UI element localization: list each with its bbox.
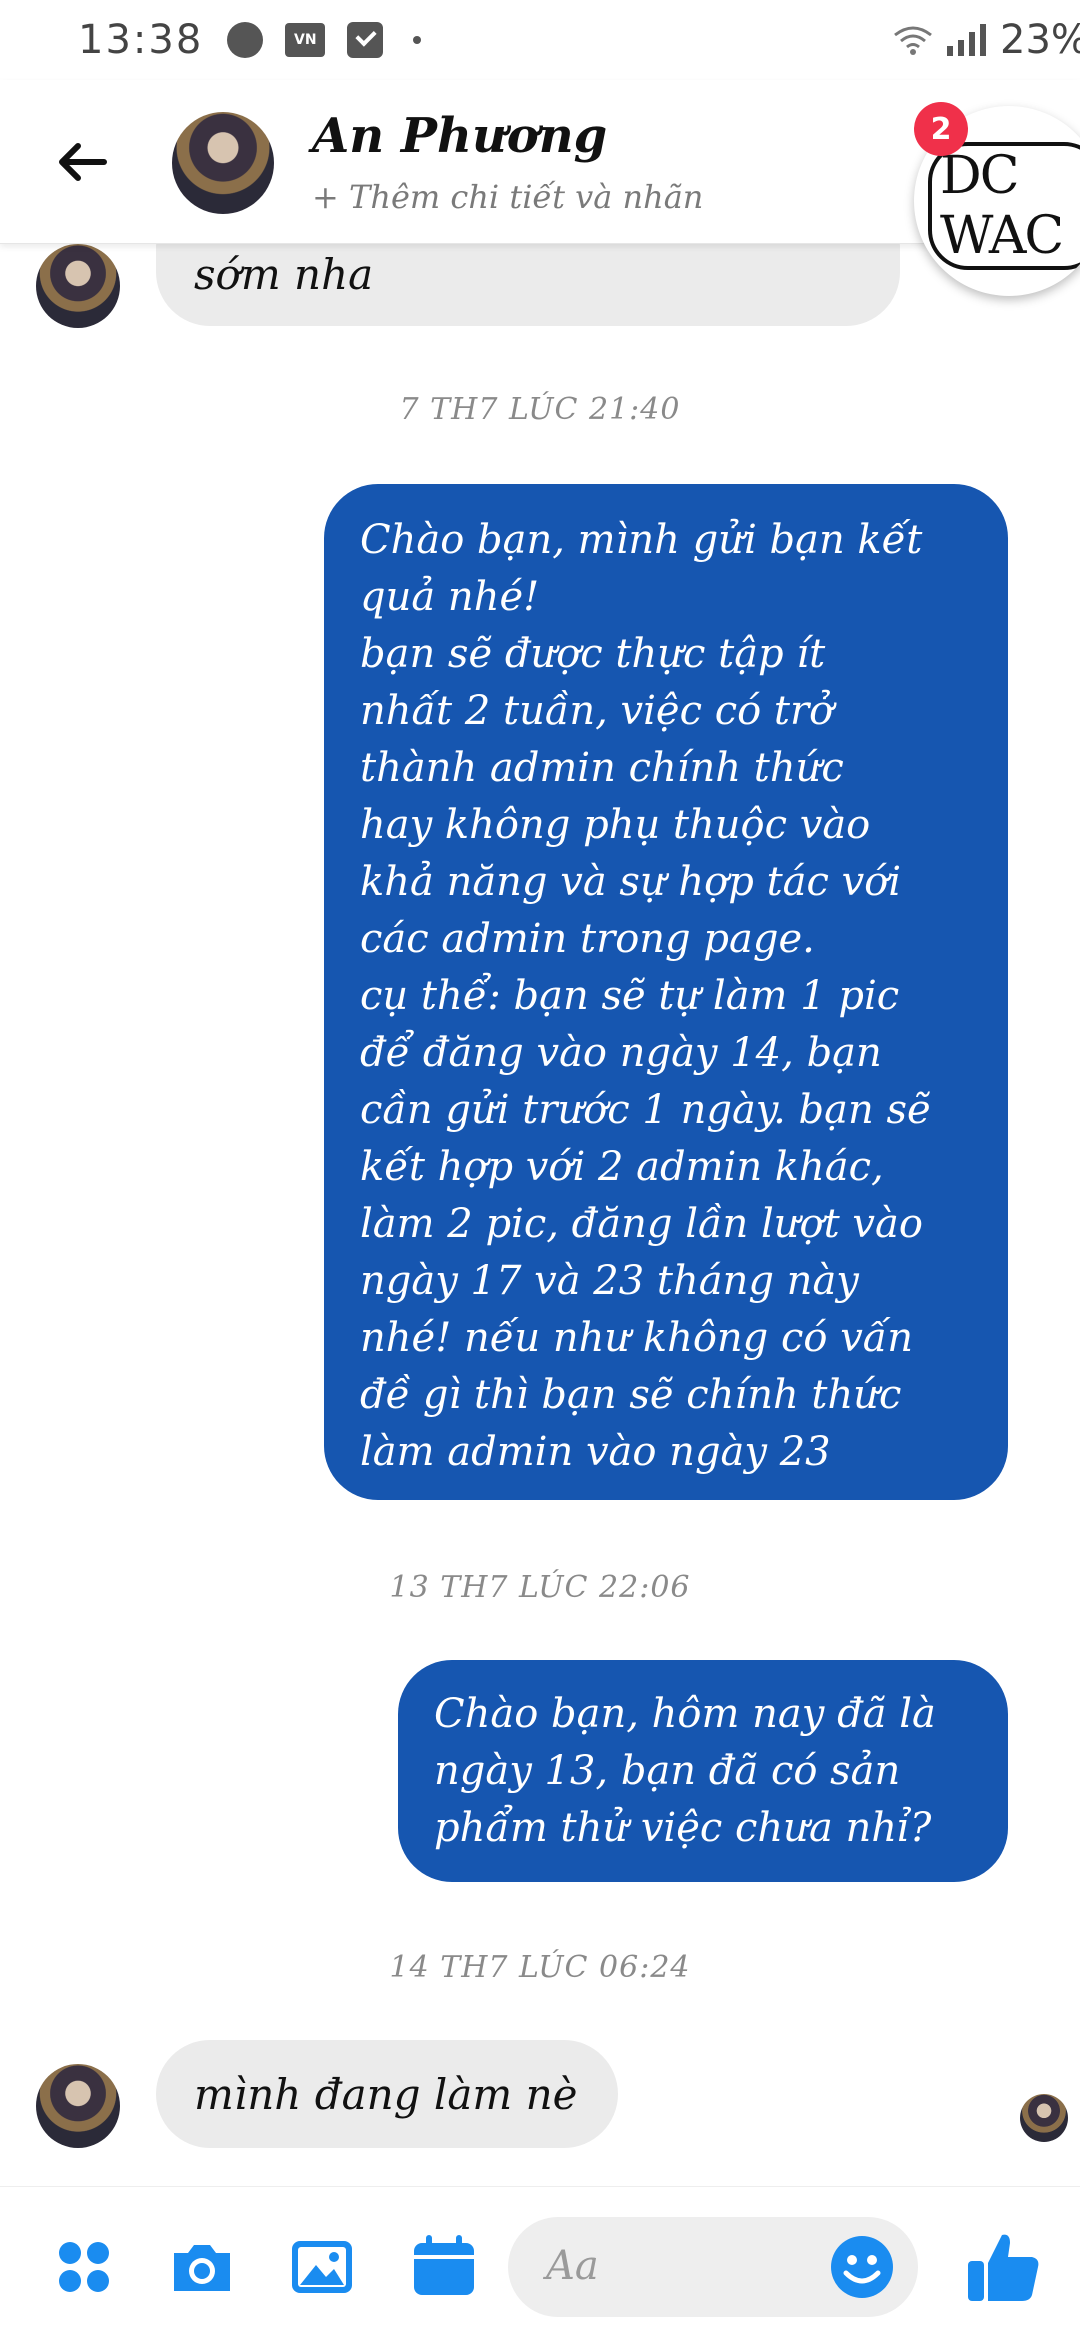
contact-name[interactable]: An Phương — [312, 108, 607, 164]
message-input-placeholder: Aa — [546, 2243, 599, 2289]
back-arrow-icon — [59, 143, 107, 181]
checkbox-notification-icon — [347, 22, 384, 58]
message-text: sớm nha — [194, 250, 374, 299]
status-bar: 13:38 VN 23% — [0, 0, 1080, 80]
message-timestamp: 7 TH7 LÚC 21:40 — [399, 392, 681, 427]
status-system-icons: 23% — [893, 0, 1080, 80]
image-icon — [292, 2241, 352, 2293]
more-actions-button[interactable] — [48, 2231, 120, 2303]
seen-indicator-avatar — [1020, 2094, 1068, 2142]
more-notifications-dot-icon — [413, 36, 422, 44]
thumbs-up-icon[interactable] — [964, 2227, 1044, 2307]
wifi-icon — [894, 26, 932, 55]
sender-avatar[interactable] — [36, 244, 120, 328]
contact-avatar[interactable] — [172, 112, 274, 214]
chat-head-unread-badge: 2 — [914, 102, 968, 156]
sender-avatar[interactable] — [36, 2064, 120, 2148]
news-app-notification-icon: VN — [285, 23, 326, 57]
four-dots-icon — [59, 2242, 109, 2292]
calendar-button[interactable] — [408, 2231, 480, 2303]
messenger-notification-icon — [227, 22, 264, 58]
battery-level: 23% — [1000, 17, 1080, 63]
message-composer: Aa — [0, 2186, 1080, 2340]
outgoing-message-bubble[interactable]: Chào bạn, hôm nay đã là ngày 13, bạn đã … — [398, 1660, 1008, 1882]
messenger-conversation-screen: 13:38 VN 23% An Phương — [0, 0, 1080, 2340]
add-details-link[interactable]: + Thêm chi tiết và nhãn — [312, 178, 703, 216]
camera-button[interactable] — [166, 2231, 238, 2303]
smiley-icon[interactable] — [828, 2233, 896, 2301]
chat-head-logo: DC WAC — [914, 142, 1080, 270]
message-timestamp: 14 TH7 LÚC 06:24 — [389, 1950, 691, 1985]
outgoing-message-bubble[interactable]: Chào bạn, mình gửi bạn kết quả nhé! bạn … — [324, 484, 1008, 1500]
status-time: 13:38 — [78, 17, 204, 63]
message-timestamp: 13 TH7 LÚC 22:06 — [389, 1570, 691, 1605]
status-notification-icons: VN — [227, 22, 422, 58]
calendar-icon — [414, 2235, 474, 2295]
back-button[interactable] — [52, 132, 112, 192]
message-text: mình đang làm nè — [194, 2070, 578, 2119]
gallery-button[interactable] — [286, 2231, 358, 2303]
incoming-message-bubble[interactable]: mình đang làm nè — [156, 2040, 618, 2148]
camera-icon — [174, 2245, 230, 2291]
cell-signal-icon — [947, 24, 986, 56]
message-input[interactable]: Aa — [508, 2217, 918, 2317]
